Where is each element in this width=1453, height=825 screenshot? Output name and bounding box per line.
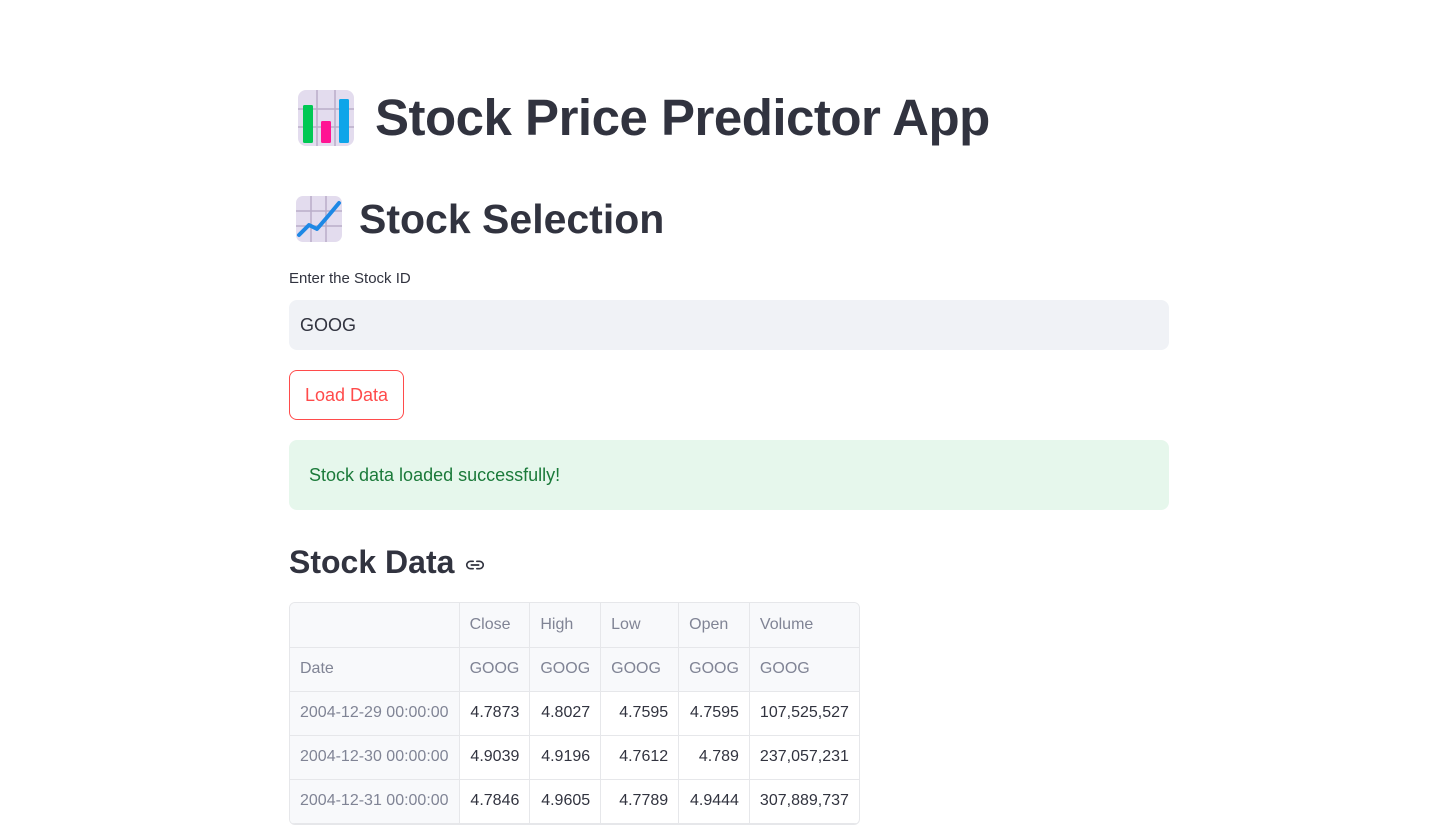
row-index-date[interactable]: 2004-12-30 00:00:00 [290,735,460,780]
cell-low[interactable]: 4.7595 [600,691,680,736]
cell-open[interactable]: 4.7595 [678,691,750,736]
cell-high[interactable]: 4.9196 [529,735,602,780]
cell-close[interactable]: 4.7873 [459,691,531,736]
table-row: 2004-12-29 00:00:00 4.7873 4.8027 4.7595… [290,691,859,736]
row-index-date[interactable]: 2004-12-31 00:00:00 [290,779,460,824]
ticker-header[interactable]: GOOG [459,647,531,692]
ticker-header[interactable]: GOOG [600,647,680,692]
cell-open[interactable]: 4.789 [678,735,750,780]
column-header[interactable]: Volume [749,603,859,648]
section-title-row: Stock Selection [295,194,664,244]
row-index-date[interactable]: 2004-12-29 00:00:00 [290,691,460,736]
ticker-header[interactable]: GOOG [529,647,602,692]
stock-id-label: Enter the Stock ID [289,270,411,287]
app-title: Stock Price Predictor App [375,89,990,146]
cell-high[interactable]: 4.8027 [529,691,602,736]
stock-data-title: Stock Data [289,544,455,580]
success-message: Stock data loaded successfully! [309,464,561,485]
load-data-button[interactable]: Load Data [289,370,405,420]
app-title-row: Stock Price Predictor App [297,88,990,148]
cell-high[interactable]: 4.9605 [529,779,602,824]
index-header[interactable]: Date [290,647,460,692]
table-header-row-tickers: Date GOOG GOOG GOOG GOOG GOOG [290,647,859,692]
cell-volume[interactable]: 307,889,737 [749,779,859,824]
stock-id-input[interactable] [289,300,1169,350]
cell-close[interactable]: 4.7846 [459,779,531,824]
ticker-header[interactable]: GOOG [749,647,859,692]
cell-low[interactable]: 4.7789 [600,779,680,824]
cell-volume[interactable]: 237,057,231 [749,735,859,780]
table-row: 2004-12-30 00:00:00 4.9039 4.9196 4.7612… [290,735,859,780]
cell-low[interactable]: 4.7612 [600,735,680,780]
cell-open[interactable]: 4.9444 [678,779,750,824]
bar-chart-icon [298,90,354,146]
column-header[interactable]: Low [600,603,680,648]
table-header-corner [290,603,460,648]
ticker-header[interactable]: GOOG [678,647,750,692]
column-header[interactable]: Close [459,603,531,648]
link-icon[interactable] [464,554,486,576]
column-header[interactable]: High [529,603,602,648]
section-title: Stock Selection [359,196,665,242]
table-row: 2004-12-31 00:00:00 4.7846 4.9605 4.7789… [290,779,859,824]
chart-increasing-icon [296,196,342,242]
success-alert: Stock data loaded successfully! [289,440,1169,510]
cell-close[interactable]: 4.9039 [459,735,531,780]
stock-data-table[interactable]: Close High Low Open Volume Date GOOG GOO… [289,602,860,825]
column-header[interactable]: Open [678,603,750,648]
cell-volume[interactable]: 107,525,527 [749,691,859,736]
table-header-row-fields: Close High Low Open Volume [290,603,859,648]
stock-data-header: Stock Data [289,540,486,584]
